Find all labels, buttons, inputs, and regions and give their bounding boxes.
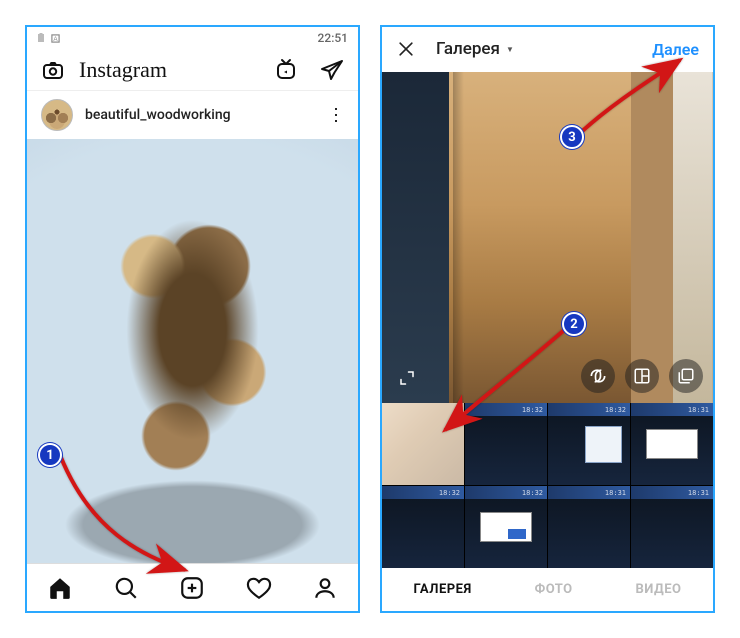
thumb-3[interactable]: 18:31 [631, 403, 713, 485]
bottom-nav [27, 563, 358, 611]
layout-icon[interactable] [625, 359, 659, 393]
igtv-icon[interactable] [274, 58, 298, 82]
close-icon[interactable] [396, 39, 416, 59]
avatar[interactable] [41, 99, 73, 131]
tab-photo[interactable]: ФОТО [535, 582, 573, 597]
tab-gallery[interactable]: ГАЛЕРЕЯ [413, 582, 471, 597]
feed-header: Instagram [27, 49, 358, 91]
nav-search-icon[interactable] [113, 575, 139, 601]
gallery-source-dropdown[interactable]: Галерея ▼ [436, 39, 514, 59]
thumb-2[interactable]: 18:32 [548, 403, 630, 485]
nav-activity-icon[interactable] [246, 575, 272, 601]
battery-small-icon [37, 33, 45, 43]
instagram-logo[interactable]: Instagram [79, 57, 167, 83]
tab-video[interactable]: ВИДЕО [636, 582, 682, 597]
nav-home-icon[interactable] [47, 575, 73, 601]
camera-icon[interactable] [41, 58, 65, 82]
post-header: beautiful_woodworking ⋯ [27, 91, 358, 139]
thumb-6[interactable]: 18:31 [548, 486, 630, 568]
picker-tabs: ГАЛЕРЕЯ ФОТО ВИДЕО [382, 568, 713, 611]
post-image[interactable] [27, 139, 358, 563]
thumb-7[interactable]: 18:31 [631, 486, 713, 568]
status-dot-icon: A [51, 34, 60, 43]
status-bar: A 22:51 [27, 27, 358, 49]
username-label[interactable]: beautiful_woodworking [85, 107, 231, 123]
gallery-source-label: Галерея [436, 39, 500, 59]
nav-profile-icon[interactable] [312, 575, 338, 601]
thumb-5[interactable]: 18:32 [465, 486, 547, 568]
nav-add-icon[interactable] [179, 575, 205, 601]
phone-picker: Галерея ▼ Далее 18:32 18:32 18:31 [380, 25, 715, 613]
thumb-0[interactable] [382, 403, 464, 485]
clock: 22:51 [318, 31, 348, 45]
thumbnail-grid: 18:32 18:32 18:31 18:32 18:32 18:31 18:3… [382, 403, 713, 568]
phone-feed: A 22:51 Instagram beautiful_woodworking … [25, 25, 360, 613]
expand-icon[interactable] [392, 363, 422, 393]
picker-header: Галерея ▼ Далее [382, 27, 713, 72]
multi-select-icon[interactable] [669, 359, 703, 393]
boomerang-icon[interactable] [581, 359, 615, 393]
photo-preview[interactable] [382, 72, 713, 403]
direct-icon[interactable] [320, 58, 344, 82]
next-button[interactable]: Далее [652, 40, 699, 59]
thumb-1[interactable]: 18:32 [465, 403, 547, 485]
thumb-4[interactable]: 18:32 [382, 486, 464, 568]
chevron-down-icon: ▼ [506, 45, 514, 54]
